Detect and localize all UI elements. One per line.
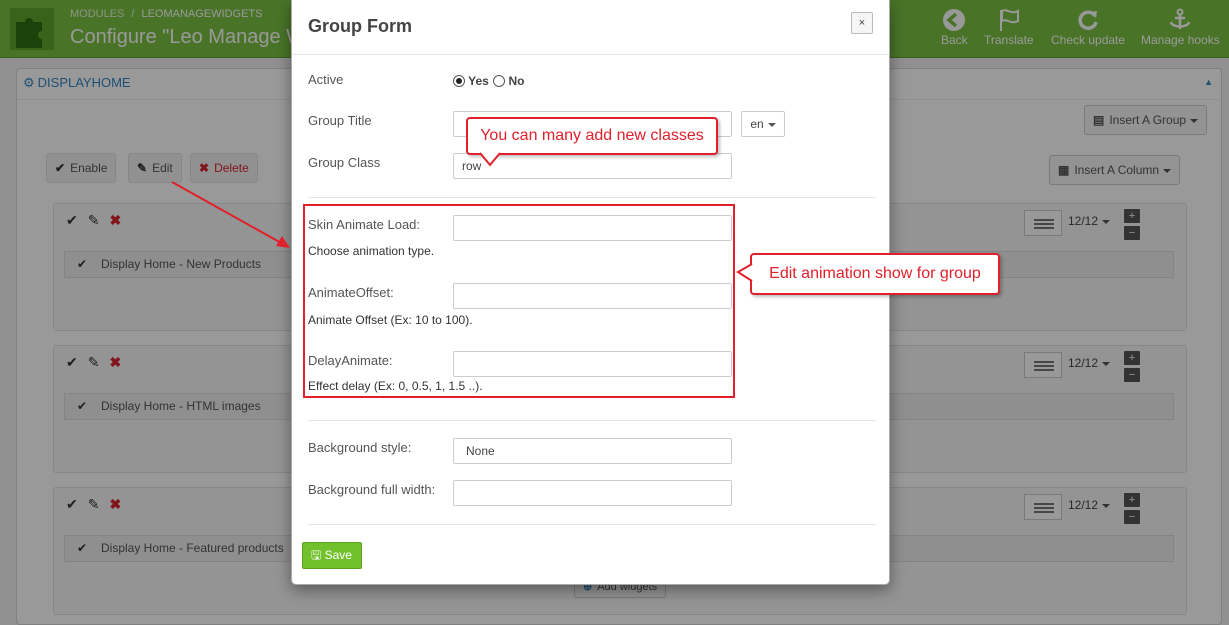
red-arrow [171,181,284,245]
annotation-arrows [171,152,753,282]
callout-tail [479,152,501,167]
callout-tail [736,263,753,282]
